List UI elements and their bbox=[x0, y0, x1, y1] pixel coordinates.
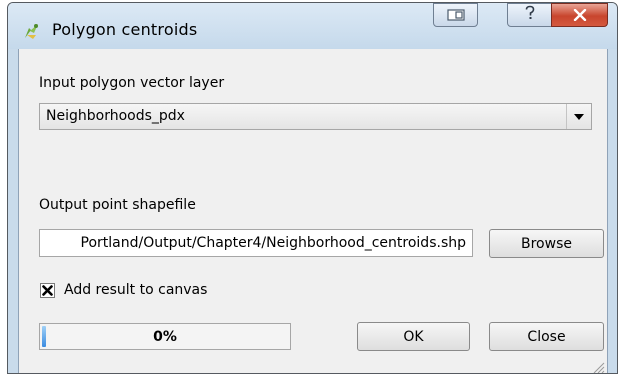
help-icon bbox=[524, 5, 536, 25]
add-to-canvas-label: Add result to canvas bbox=[64, 282, 208, 298]
window-title: Polygon centroids bbox=[52, 20, 198, 39]
output-file-field[interactable]: Portland/Output/Chapter4/Neighborhood_ce… bbox=[39, 229, 473, 257]
browse-button[interactable]: Browse bbox=[489, 229, 604, 258]
add-to-canvas-checkbox[interactable] bbox=[40, 283, 55, 298]
progress-bar: 0% bbox=[39, 323, 291, 350]
close-icon bbox=[573, 6, 587, 25]
qgis-icon bbox=[22, 21, 42, 41]
help-button[interactable] bbox=[507, 3, 552, 27]
input-layer-value: Neighborhoods_pdx bbox=[46, 108, 185, 124]
output-file-label: Output point shapefile bbox=[39, 197, 196, 213]
progress-text: 0% bbox=[153, 329, 177, 345]
input-layer-combobox[interactable]: Neighborhoods_pdx bbox=[39, 103, 592, 130]
ok-button[interactable]: OK bbox=[357, 322, 470, 351]
restore-icon bbox=[446, 6, 465, 25]
input-layer-label: Input polygon vector layer bbox=[39, 75, 225, 91]
close-button[interactable]: Close bbox=[489, 322, 604, 351]
title-bar[interactable]: Polygon centroids bbox=[8, 3, 617, 49]
resize-grip-icon[interactable] bbox=[591, 359, 605, 373]
dialog-window: Polygon centroids Input polygon vector l… bbox=[7, 2, 618, 374]
checkmark-icon bbox=[42, 281, 53, 300]
dialog-body: Input polygon vector layer Neighborhoods… bbox=[18, 49, 608, 373]
restore-button[interactable] bbox=[433, 3, 478, 27]
output-file-path: Portland/Output/Chapter4/Neighborhood_ce… bbox=[80, 235, 467, 251]
window-close-button[interactable] bbox=[551, 3, 608, 27]
chevron-down-icon[interactable] bbox=[566, 104, 591, 129]
